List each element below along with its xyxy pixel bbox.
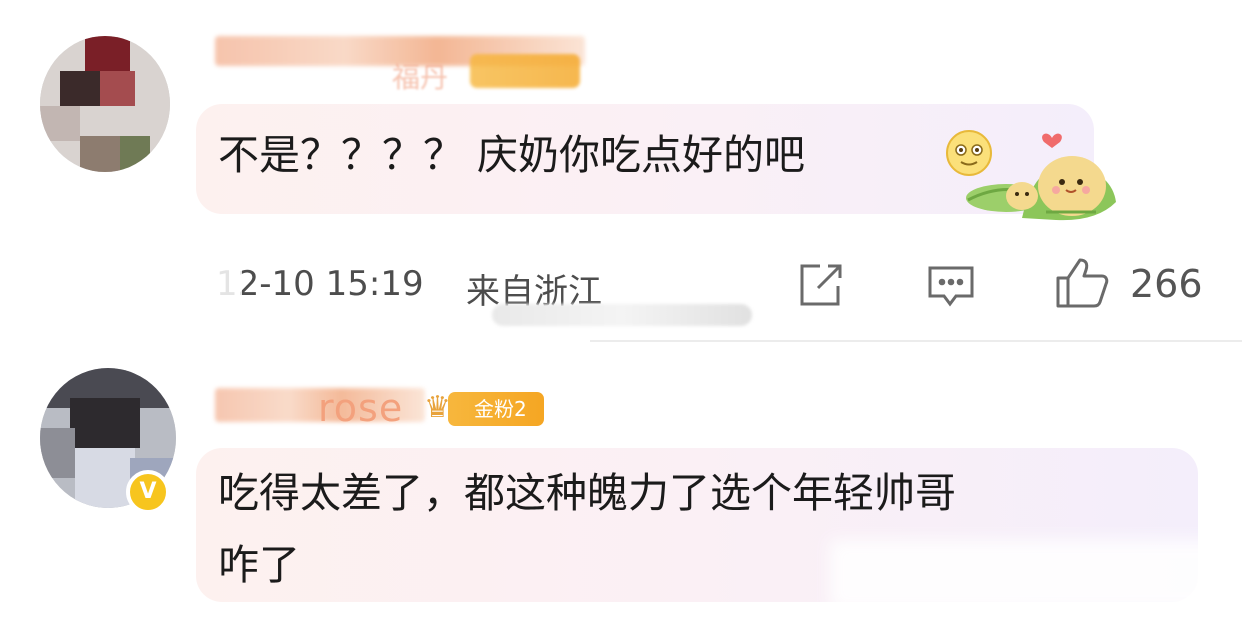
- like-icon[interactable]: [1054, 256, 1110, 308]
- timestamp: 12-10 15:19: [216, 264, 424, 304]
- avatar[interactable]: [40, 36, 170, 172]
- username-fragment: rose: [318, 386, 404, 430]
- zongzi-sticker: [966, 128, 1126, 224]
- timestamp-mask: [212, 262, 242, 308]
- comment-text: 不是？？？？ 庆奶你吃点好的吧: [218, 131, 806, 179]
- comment-text-line-1: 吃得太差了，都这种魄力了选个年轻帅哥: [218, 469, 956, 517]
- crown-icon: ♛: [424, 390, 451, 425]
- blurred-strip: [492, 304, 752, 326]
- comment-item: V rose ♛ 金粉2 吃得太差了，都这种魄力了选个年轻帅哥 咋了: [0, 340, 1242, 622]
- username-fragment: 福丹: [392, 61, 449, 94]
- comment-icon[interactable]: [926, 264, 976, 308]
- like-count: 266: [1130, 262, 1203, 306]
- verified-vip-badge: V: [126, 470, 170, 514]
- watermark-blur: [830, 540, 1230, 610]
- fan-badge[interactable]: 金粉2: [448, 392, 544, 426]
- comment-text-line-2: 咋了: [218, 541, 300, 589]
- share-icon[interactable]: [796, 262, 844, 308]
- fan-badge[interactable]: [470, 54, 580, 88]
- comment-item: 福丹 不是？？？？ 庆奶你吃点好的吧 12-10 15:19 来自浙江 266: [0, 0, 1242, 340]
